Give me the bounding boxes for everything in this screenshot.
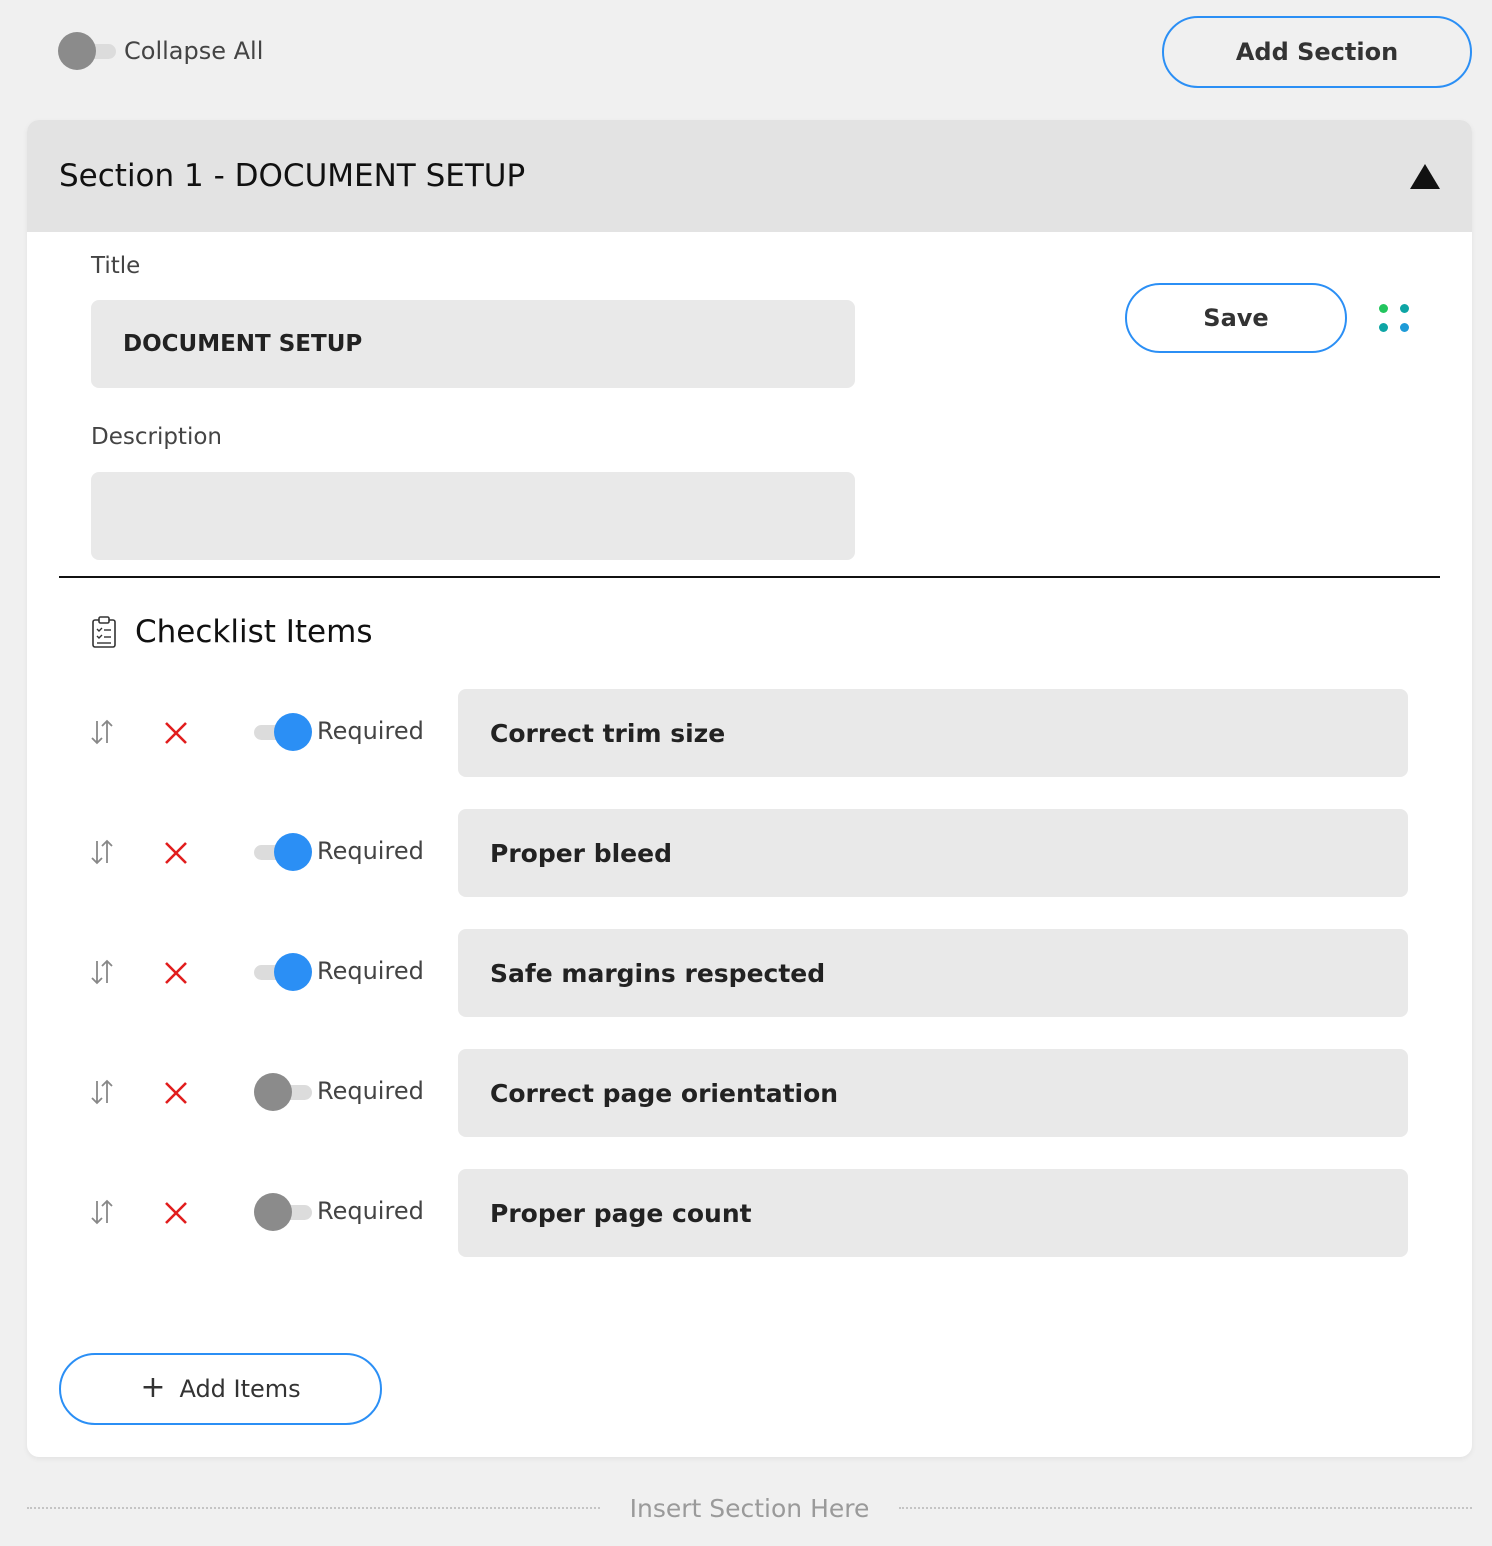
delete-x-icon[interactable] [163, 1080, 189, 1106]
clipboard-icon [92, 616, 116, 648]
delete-x-icon[interactable] [163, 1200, 189, 1226]
required-toggle[interactable] [254, 1193, 312, 1231]
checklist-item-input[interactable]: Proper bleed [458, 809, 1408, 897]
required-label: Required [317, 957, 424, 985]
checklist-item-input[interactable]: Correct trim size [458, 689, 1408, 777]
checklist-item: Required Safe margins respected [87, 929, 1408, 1017]
drag-handle-icon[interactable] [1379, 304, 1409, 334]
section-header[interactable]: Section 1 - DOCUMENT SETUP [27, 120, 1472, 232]
sort-arrows-icon[interactable] [87, 717, 117, 747]
section-divider [59, 576, 1440, 578]
section-title: Section 1 - DOCUMENT SETUP [59, 158, 526, 194]
sort-arrows-icon[interactable] [87, 1077, 117, 1107]
sort-arrows-icon[interactable] [87, 837, 117, 867]
required-label: Required [317, 1197, 424, 1225]
checklist-item-input[interactable]: Safe margins respected [458, 929, 1408, 1017]
checklist-item: Required Correct page orientation [87, 1049, 1408, 1137]
insert-section-drop-zone[interactable]: Insert Section Here [27, 1490, 1472, 1526]
delete-x-icon[interactable] [163, 960, 189, 986]
sort-arrows-icon[interactable] [87, 957, 117, 987]
checklist-item: Required Correct trim size [87, 689, 1408, 777]
required-toggle[interactable] [254, 953, 312, 991]
caret-up-icon[interactable] [1410, 163, 1440, 189]
required-toggle[interactable] [254, 1073, 312, 1111]
checklist-item: Required Proper bleed [87, 809, 1408, 897]
required-label: Required [317, 1077, 424, 1105]
collapse-all-toggle[interactable]: Collapse All [58, 32, 263, 70]
description-label: Description [91, 424, 222, 450]
sort-arrows-icon[interactable] [87, 1197, 117, 1227]
plus-icon: + [140, 1369, 166, 1405]
save-button[interactable]: Save [1125, 283, 1347, 353]
checklist-item-input[interactable]: Correct page orientation [458, 1049, 1408, 1137]
delete-x-icon[interactable] [163, 840, 189, 866]
required-toggle[interactable] [254, 833, 312, 871]
collapse-all-label: Collapse All [124, 37, 264, 65]
delete-x-icon[interactable] [163, 720, 189, 746]
checklist-item: Required Proper page count [87, 1169, 1408, 1257]
description-input[interactable] [91, 472, 855, 560]
required-label: Required [317, 717, 424, 745]
add-section-button[interactable]: Add Section [1162, 16, 1472, 88]
checklist-title: Checklist Items [135, 614, 373, 650]
title-label: Title [91, 253, 141, 279]
add-items-label: Add Items [179, 1375, 301, 1403]
required-toggle[interactable] [254, 713, 312, 751]
section-card: Section 1 - DOCUMENT SETUP Title DOCUMEN… [27, 120, 1472, 1457]
add-items-button[interactable]: + Add Items [59, 1353, 382, 1425]
insert-section-label: Insert Section Here [629, 1493, 870, 1523]
collapse-all-switch[interactable] [58, 32, 116, 70]
checklist-item-input[interactable]: Proper page count [458, 1169, 1408, 1257]
title-input[interactable]: DOCUMENT SETUP [91, 300, 855, 388]
required-label: Required [317, 837, 424, 865]
checklist-heading: Checklist Items [91, 614, 372, 650]
